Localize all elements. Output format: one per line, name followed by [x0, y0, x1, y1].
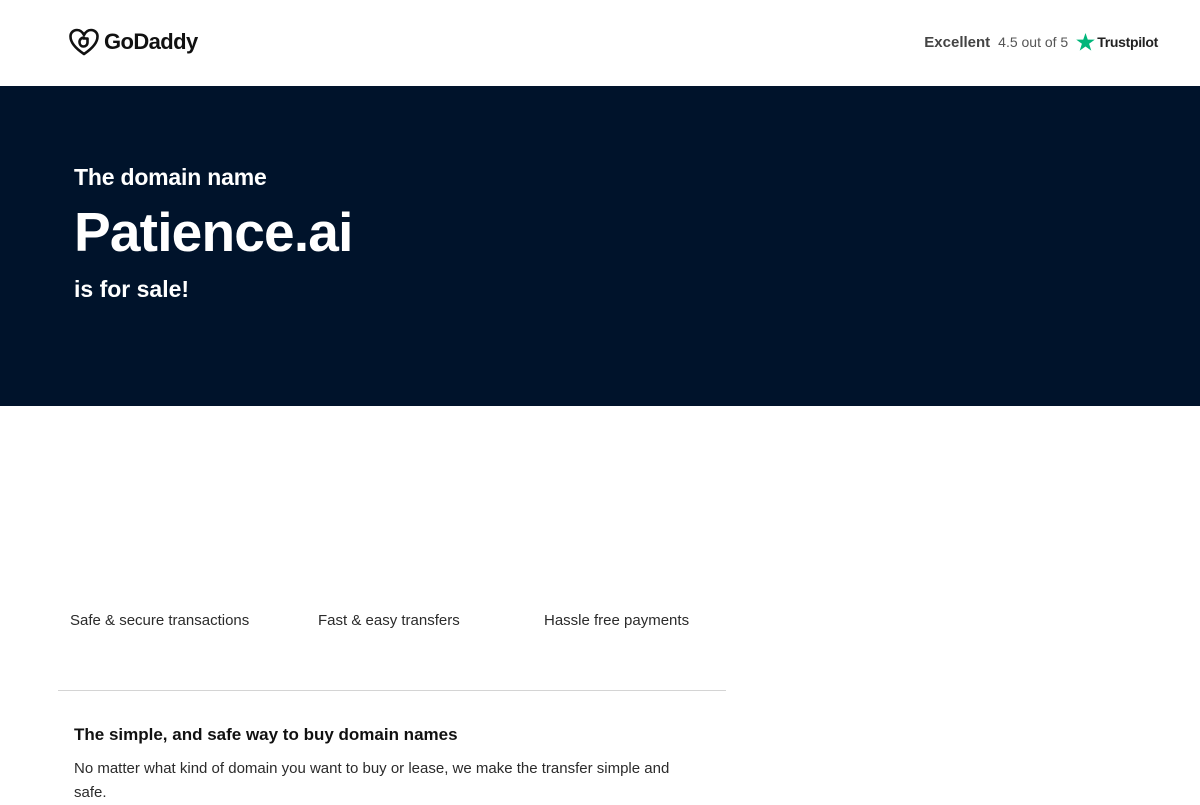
for-sale-text: is for sale!	[74, 276, 190, 302]
hero-banner: The domain name Patience.ai is for sale!	[0, 86, 1200, 406]
godaddy-logo[interactable]: GoDaddy	[69, 28, 198, 56]
section-divider	[58, 690, 726, 691]
godaddy-logo-icon	[69, 28, 99, 56]
feature-secure-transactions: Safe & secure transactions	[70, 612, 250, 629]
logo-wordmark: GoDaddy	[104, 29, 198, 54]
feature-free-payments: Hassle free payments	[544, 612, 690, 629]
trustpilot-score: 4.5 out of 5	[998, 34, 1069, 50]
trustpilot-wordmark: Trustpilot	[1097, 34, 1158, 50]
feature-list: Safe & secure transactions Fast & easy t…	[0, 612, 1200, 636]
trustpilot-brand: Trustpilot	[1076, 33, 1158, 51]
domain-name-heading: Patience.ai	[74, 201, 353, 263]
feature-easy-transfers: Fast & easy transfers	[318, 612, 460, 629]
trustpilot-star-icon	[1076, 33, 1096, 51]
trustpilot-rating[interactable]: Excellent 4.5 out of 5 Trustpilot	[924, 30, 1158, 54]
info-heading: The simple, and safe way to buy domain n…	[74, 725, 458, 744]
hero-intro-text: The domain name	[74, 164, 267, 190]
trustpilot-label: Excellent	[924, 33, 991, 51]
site-header: GoDaddy Excellent 4.5 out of 5 Trustpilo…	[0, 0, 1200, 86]
info-body-text: No matter what kind of domain you want t…	[74, 760, 670, 801]
